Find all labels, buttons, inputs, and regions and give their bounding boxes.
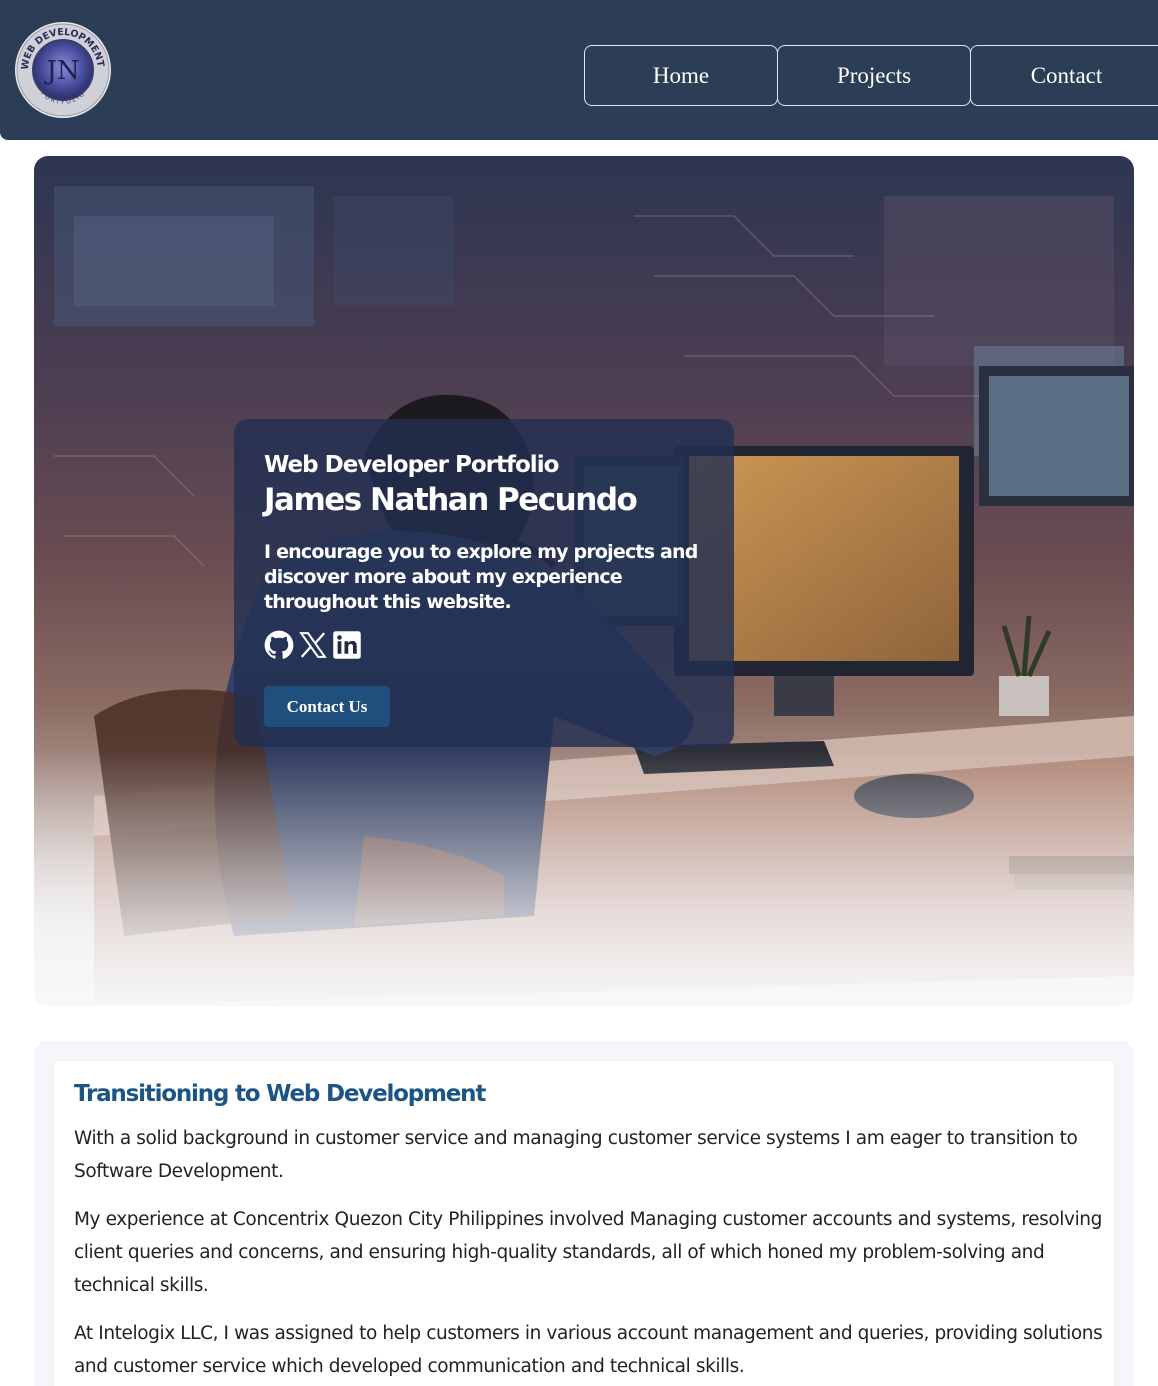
about-heading: Transitioning to Web Development [74, 1081, 486, 1107]
about-paragraph-3: At Intelogix LLC, I was assigned to help… [74, 1323, 1103, 1377]
hero-description: I encourage you to explore my projects a… [264, 541, 698, 613]
site-logo[interactable]: WEB DEVELOPMENT PORTFOLIO JN [14, 21, 112, 119]
contact-us-button[interactable]: Contact Us [264, 686, 390, 727]
hero-intro-card: Web Developer Portfolio James Nathan Pec… [234, 419, 734, 747]
about-card: Transitioning to Web Development With a … [54, 1061, 1114, 1386]
svg-text:JN: JN [43, 56, 79, 86]
nav-contact-button[interactable]: Contact [970, 45, 1158, 106]
nav-projects-button[interactable]: Projects [777, 45, 971, 106]
social-links [264, 630, 362, 660]
nav-home-button[interactable]: Home [584, 45, 778, 106]
about-paragraph-2: My experience at Concentrix Quezon City … [74, 1209, 1102, 1296]
logo-badge-icon: WEB DEVELOPMENT PORTFOLIO JN [15, 22, 111, 118]
hero-name-heading: James Nathan Pecundo [264, 482, 638, 518]
github-icon[interactable] [264, 630, 294, 660]
x-icon[interactable] [298, 630, 328, 660]
linkedin-icon[interactable] [332, 630, 362, 660]
hero-kicker: Web Developer Portfolio [264, 452, 559, 478]
site-header: WEB DEVELOPMENT PORTFOLIO JN Home Projec… [0, 0, 1158, 140]
about-paragraph-1: With a solid background in customer serv… [74, 1128, 1078, 1182]
